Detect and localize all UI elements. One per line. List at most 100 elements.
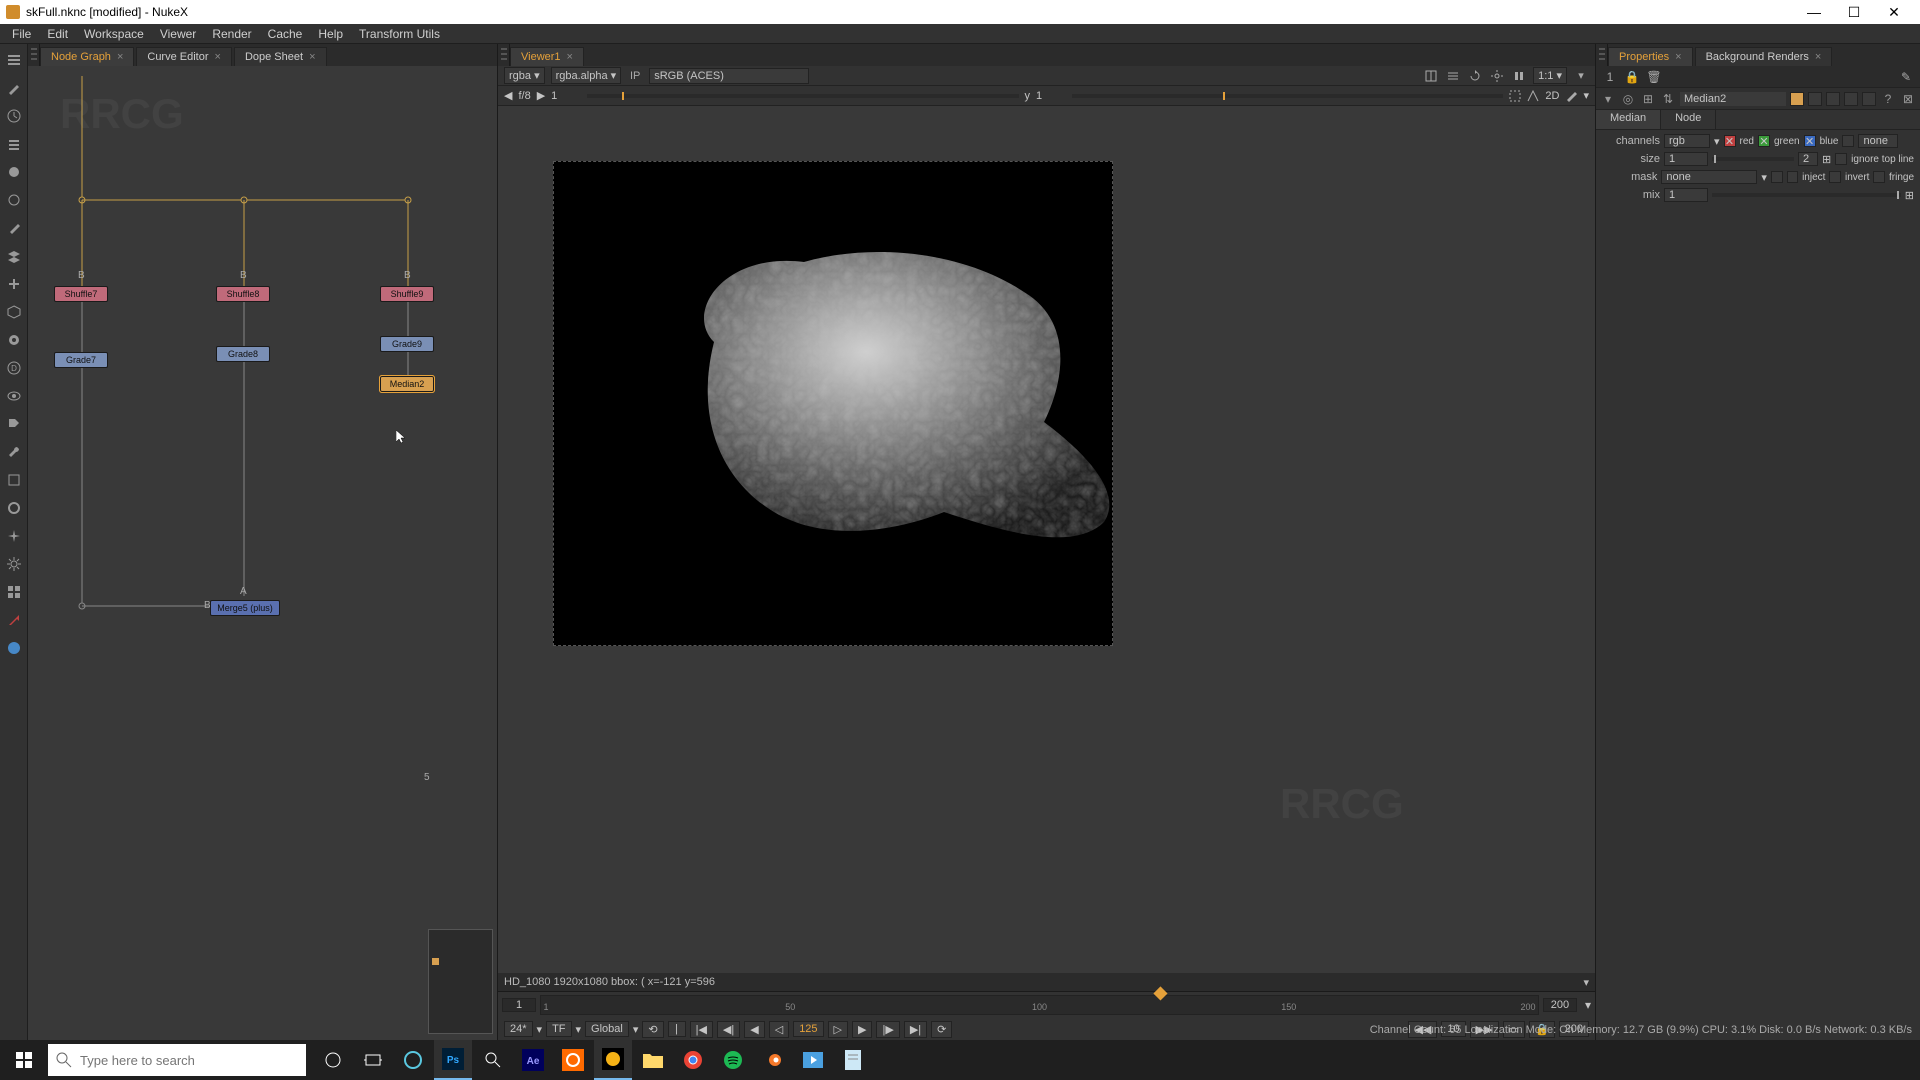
tf-arrow-icon[interactable]: ▾ — [576, 1023, 582, 1036]
next-icon[interactable]: ▶ — [537, 89, 545, 102]
close-icon[interactable]: ⊠ — [1900, 91, 1916, 107]
node-grade8[interactable]: Grade8 — [216, 346, 270, 362]
mask-dropdown[interactable]: none — [1661, 170, 1757, 184]
proxy-icon[interactable] — [1527, 90, 1539, 102]
invert-checkbox[interactable] — [1829, 171, 1841, 183]
menu-cache[interactable]: Cache — [260, 25, 311, 43]
close-icon[interactable]: × — [215, 51, 221, 63]
close-icon[interactable]: × — [567, 51, 573, 63]
xy-icon[interactable]: ⊞ — [1822, 153, 1831, 166]
mask-link-checkbox[interactable] — [1771, 171, 1783, 183]
node-graph-canvas[interactable]: B B B Shuffle7 Shuffle8 Shuffle9 Grade7 … — [28, 66, 497, 1040]
tool-plus-icon[interactable] — [4, 274, 24, 294]
tool-brush-icon[interactable] — [4, 78, 24, 98]
timeline-chevron-icon[interactable]: ▾ — [1581, 998, 1595, 1012]
node-shuffle8[interactable]: Shuffle8 — [216, 286, 270, 302]
node-btn-3[interactable] — [1844, 92, 1858, 106]
step-fwd-button[interactable]: ▶ — [852, 1021, 872, 1038]
wipe-icon[interactable] — [1423, 68, 1439, 84]
lock-icon[interactable]: 🔒 — [1624, 69, 1640, 85]
alpha-checkbox[interactable] — [1842, 135, 1854, 147]
size-input[interactable]: 1 — [1664, 152, 1708, 166]
chrome-icon[interactable] — [674, 1040, 712, 1080]
node-btn-2[interactable] — [1826, 92, 1840, 106]
lut-dropdown[interactable]: sRGB (ACES) — [649, 68, 809, 84]
target-icon[interactable]: ◎ — [1620, 91, 1636, 107]
minimize-button[interactable]: — — [1794, 4, 1834, 20]
status-dropdown-icon[interactable]: ▾ — [1583, 976, 1589, 989]
fps-arrow-icon[interactable]: ▾ — [537, 1023, 543, 1036]
blender-icon[interactable] — [754, 1040, 792, 1080]
green-checkbox[interactable]: ✕ — [1758, 135, 1770, 147]
tool-list-icon[interactable] — [4, 134, 24, 154]
tool-arrow-icon[interactable] — [4, 610, 24, 630]
prev-icon[interactable]: ◀ — [504, 89, 512, 102]
tool-sphere-icon[interactable] — [4, 162, 24, 182]
tab-dope-sheet[interactable]: Dope Sheet× — [234, 47, 327, 66]
tf-dropdown[interactable]: TF — [546, 1021, 571, 1037]
first-frame-button[interactable]: | — [668, 1021, 686, 1037]
panel-handle[interactable] — [1596, 44, 1608, 66]
notepad-icon[interactable] — [834, 1040, 872, 1080]
frame-start-input[interactable]: 1 — [502, 998, 536, 1012]
fps-dropdown[interactable]: 24* — [504, 1021, 533, 1037]
next-key-button[interactable]: |▶ — [876, 1021, 899, 1038]
size-slider[interactable] — [1712, 157, 1794, 161]
mix-input[interactable]: 1 — [1664, 188, 1708, 202]
channel-dropdown[interactable]: rgba ▾ — [504, 67, 545, 84]
blue-checkbox[interactable]: ✕ — [1804, 135, 1816, 147]
inject-checkbox[interactable] — [1787, 171, 1799, 183]
tool-layers-icon[interactable] — [4, 246, 24, 266]
layer-dropdown[interactable]: rgba.alpha ▾ — [551, 67, 622, 84]
menu-render[interactable]: Render — [204, 25, 259, 43]
gamma-slider[interactable] — [1072, 94, 1503, 98]
tab-properties[interactable]: Properties× — [1608, 47, 1693, 66]
magnifier-icon[interactable] — [474, 1040, 512, 1080]
node-graph-navigator[interactable] — [428, 929, 493, 1034]
go-start-button[interactable]: |◀ — [690, 1021, 713, 1038]
pencil-icon[interactable]: ✎ — [1898, 69, 1914, 85]
menu-help[interactable]: Help — [310, 25, 351, 43]
tool-d-icon[interactable]: D — [4, 358, 24, 378]
timeline-track[interactable]: 1 50 100 150 200 — [540, 995, 1539, 1015]
menu-viewer[interactable]: Viewer — [152, 25, 204, 43]
subtab-node[interactable]: Node — [1661, 110, 1716, 129]
bin-count[interactable]: 1 — [1602, 69, 1618, 85]
go-end-button[interactable]: ▶| — [904, 1021, 927, 1038]
photoshop-icon[interactable]: Ps — [434, 1040, 472, 1080]
tool-wrench-icon[interactable] — [4, 442, 24, 462]
task-view-icon[interactable] — [354, 1040, 392, 1080]
triangle-icon[interactable]: ▾ — [1600, 91, 1616, 107]
start-button[interactable] — [0, 1040, 48, 1080]
menu-edit[interactable]: Edit — [39, 25, 76, 43]
roi-icon[interactable] — [1509, 90, 1521, 102]
video-icon[interactable] — [794, 1040, 832, 1080]
step-back-button[interactable]: ◀ — [744, 1021, 764, 1038]
node-btn-1[interactable] — [1808, 92, 1822, 106]
size-anim-button[interactable]: 2 — [1798, 152, 1818, 166]
tool-clock-icon[interactable] — [4, 106, 24, 126]
node-grade9[interactable]: Grade9 — [380, 336, 434, 352]
node-median2[interactable]: Median2 — [380, 376, 434, 392]
tool-atom-icon[interactable] — [4, 638, 24, 658]
scope-dropdown[interactable]: Global — [585, 1021, 629, 1037]
close-icon[interactable]: × — [117, 51, 123, 63]
taskbar-search[interactable] — [48, 1044, 306, 1076]
node-merge5[interactable]: Merge5 (plus) — [210, 600, 280, 616]
tool-pen-icon[interactable] — [4, 218, 24, 238]
gamma-input[interactable]: 1 — [1036, 90, 1066, 102]
gain-slider[interactable] — [587, 94, 1018, 98]
frame-end-input[interactable]: 200 — [1543, 998, 1577, 1012]
channels-dropdown[interactable]: rgb — [1664, 134, 1710, 148]
slider-icon[interactable]: ⇅ — [1660, 91, 1676, 107]
chevron-down-icon[interactable]: ▾ — [1583, 89, 1589, 102]
houdini-icon[interactable] — [554, 1040, 592, 1080]
extra-channel-dropdown[interactable]: none — [1858, 134, 1898, 148]
panel-handle[interactable] — [28, 44, 40, 66]
maximize-button[interactable]: ☐ — [1834, 4, 1874, 21]
aftereffects-icon[interactable]: Ae — [514, 1040, 552, 1080]
play-back-button[interactable]: ◁ — [769, 1021, 789, 1038]
trash-icon[interactable]: 🗑 — [1646, 69, 1662, 85]
node-shuffle9[interactable]: Shuffle9 — [380, 286, 434, 302]
pencil-icon[interactable] — [1565, 90, 1577, 102]
